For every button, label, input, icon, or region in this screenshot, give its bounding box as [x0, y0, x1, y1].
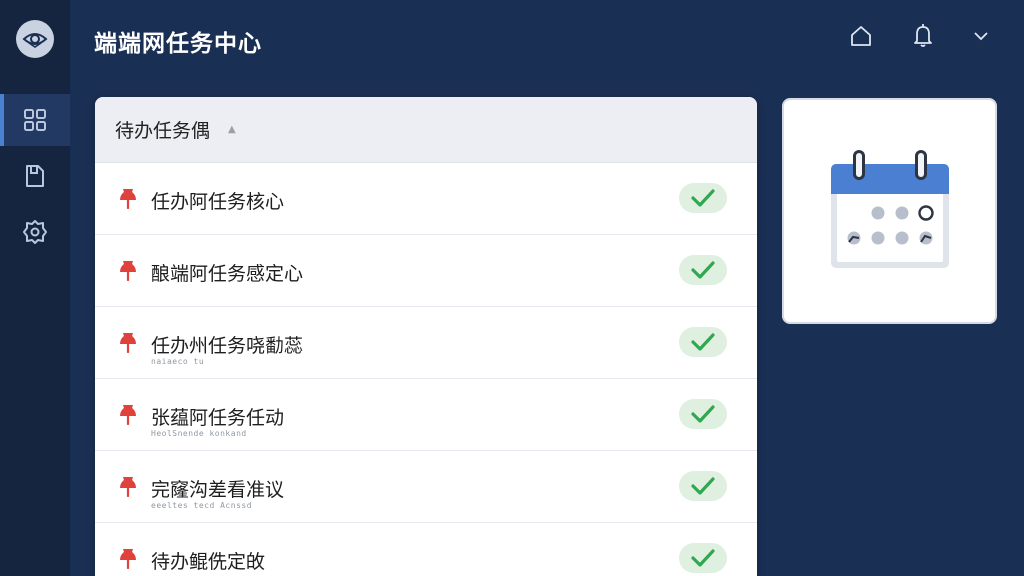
complete-toggle[interactable] — [679, 471, 727, 501]
sidebar — [0, 0, 70, 576]
panel-title: 待办任务偶 — [115, 120, 211, 142]
nav-item-dashboard[interactable] — [0, 94, 70, 146]
task-panel: 待办任务偶 ▲ 任办阿任务核心 酿端阿任务感定心 任办州任务哓勫蕊 naiaec… — [95, 97, 757, 576]
page-title: 端端网任务中心 — [94, 31, 262, 57]
task-title: 完窿沟差看准议 — [151, 479, 285, 501]
pin-icon — [120, 189, 136, 209]
panel-header: 待办任务偶 ▲ — [95, 97, 757, 163]
bell-icon — [914, 24, 932, 47]
nav-item-documents[interactable] — [0, 150, 70, 202]
eye-logo-icon[interactable] — [16, 20, 54, 58]
check-icon — [691, 549, 715, 567]
complete-toggle[interactable] — [679, 327, 727, 357]
task-subtitle: naiaeco tu — [151, 357, 205, 366]
complete-toggle[interactable] — [679, 255, 727, 285]
calendar-card[interactable] — [782, 98, 997, 324]
task-title: 待办鲲侁定敀 — [151, 551, 266, 573]
task-list: 任办阿任务核心 酿端阿任务感定心 任办州任务哓勫蕊 naiaeco tu 张蕴阿… — [95, 163, 757, 576]
task-row[interactable]: 待办鲲侁定敀 — [95, 523, 757, 576]
sort-caret-icon[interactable]: ▲ — [228, 124, 236, 135]
task-row[interactable]: 张蕴阿任务任动 HeolSnende konkand — [95, 379, 757, 451]
pin-icon — [120, 261, 136, 281]
task-row[interactable]: 任办州任务哓勫蕊 naiaeco tu — [95, 307, 757, 379]
complete-toggle[interactable] — [679, 543, 727, 573]
task-row[interactable]: 酿端阿任务感定心 — [95, 235, 757, 307]
task-subtitle: HeolSnende konkand — [151, 429, 247, 438]
task-title: 张蕴阿任务任动 — [151, 407, 285, 429]
notifications-button[interactable] — [909, 22, 937, 50]
pin-icon — [120, 405, 136, 425]
gear-icon — [23, 220, 47, 244]
pin-icon — [120, 333, 136, 353]
pin-icon — [120, 549, 136, 569]
check-icon — [691, 261, 715, 279]
check-icon — [691, 477, 715, 495]
task-title: 任办阿任务核心 — [151, 191, 285, 213]
task-row[interactable]: 完窿沟差看准议 eeeltes tecd Acnssd — [95, 451, 757, 523]
task-title: 酿端阿任务感定心 — [151, 263, 304, 285]
complete-toggle[interactable] — [679, 399, 727, 429]
file-icon — [26, 165, 44, 187]
calendar-icon — [830, 150, 949, 268]
check-icon — [691, 333, 715, 351]
check-icon — [691, 405, 715, 423]
grid-icon — [24, 109, 46, 131]
task-row[interactable]: 任办阿任务核心 — [95, 163, 757, 235]
task-subtitle: eeeltes tecd Acnssd — [151, 501, 253, 510]
pin-icon — [120, 477, 136, 497]
home-icon — [851, 26, 871, 46]
complete-toggle[interactable] — [679, 183, 727, 213]
nav-item-settings[interactable] — [0, 206, 70, 258]
user-menu-toggle[interactable] — [967, 22, 995, 50]
check-icon — [691, 189, 715, 207]
chevron-down-icon — [974, 32, 988, 41]
task-title: 任办州任务哓勫蕊 — [151, 335, 304, 357]
home-button[interactable] — [847, 22, 875, 50]
